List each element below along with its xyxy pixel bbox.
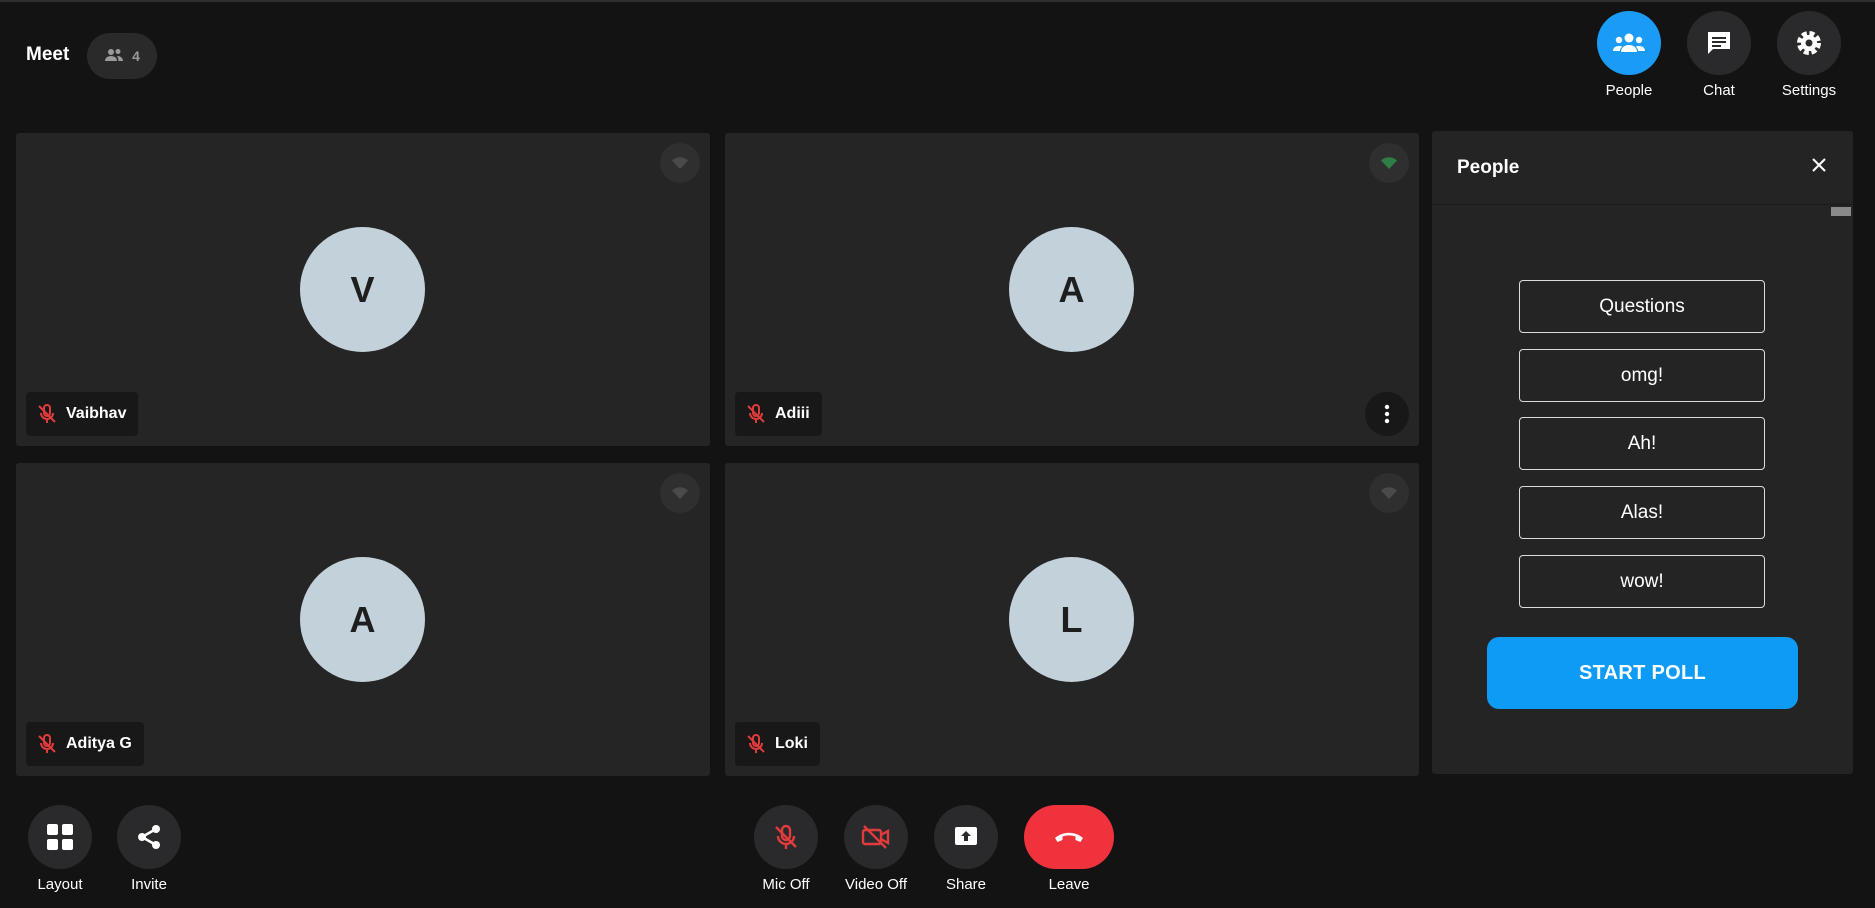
avatar: A [300,557,425,682]
layout-button[interactable]: Layout [15,805,105,893]
panel-title: People [1457,156,1520,178]
share-icon [117,805,181,869]
participant-name: Vaibhav [66,405,127,422]
people-button[interactable]: People [1584,11,1674,99]
participant-tile[interactable]: V Vaibhav [16,133,710,446]
mic-label: Mic Off [762,876,810,893]
chat-icon [1687,11,1751,75]
participant-count-badge[interactable]: 4 [87,33,157,79]
layout-label: Layout [37,876,83,893]
participant-name: Adiii [775,405,810,422]
leave-button[interactable]: Leave [1024,805,1114,893]
signal-icon [1369,143,1409,183]
name-tag: Vaibhav [26,392,139,436]
people-panel: People START POLL [1432,131,1853,774]
screen-share-icon [934,805,998,869]
more-options-button[interactable] [1365,392,1409,436]
signal-icon [1369,473,1409,513]
chat-button-label: Chat [1703,82,1735,99]
mic-off-icon [747,734,765,753]
poll-option-input[interactable] [1519,417,1765,470]
app-title: Meet [26,44,70,65]
name-tag: Aditya G [26,722,144,766]
grid-icon [28,805,92,869]
settings-button[interactable]: Settings [1764,11,1854,99]
settings-button-label: Settings [1781,82,1837,99]
signal-icon [660,143,700,183]
mic-off-icon [38,404,56,423]
close-icon[interactable] [1811,157,1827,178]
mic-off-icon [754,805,818,869]
name-tag: Loki [735,722,820,766]
leave-label: Leave [1048,876,1090,893]
mic-off-icon [747,404,765,423]
gear-icon [1777,11,1841,75]
people-icon [104,47,124,66]
people-icon [1597,11,1661,75]
chat-button[interactable]: Chat [1674,11,1764,99]
poll-option-input[interactable] [1519,555,1765,608]
avatar: V [300,227,425,352]
invite-button[interactable]: Invite [104,805,194,893]
video-label: Video Off [845,876,907,893]
mic-toggle-button[interactable]: Mic Off [741,805,831,893]
video-off-icon [844,805,908,869]
panel-header: People [1432,131,1853,205]
poll-option-input[interactable] [1519,486,1765,539]
mic-off-icon [38,734,56,753]
participant-tile[interactable]: A Aditya G [16,463,710,776]
video-toggle-button[interactable]: Video Off [831,805,921,893]
participant-name: Aditya G [66,735,132,752]
poll-option-input[interactable] [1519,349,1765,402]
top-border [0,0,1875,2]
invite-label: Invite [131,876,167,893]
name-tag: Adiii [735,392,822,436]
avatar: A [1009,227,1134,352]
start-poll-button[interactable]: START POLL [1487,637,1798,709]
participant-count: 4 [132,48,140,64]
more-vertical-icon [1384,404,1390,424]
poll-question-input[interactable] [1519,280,1765,333]
signal-icon [660,473,700,513]
participant-tile[interactable]: L Loki [725,463,1419,776]
share-screen-button[interactable]: Share [921,805,1011,893]
hang-up-icon [1024,805,1114,869]
participant-tile[interactable]: A Adiii [725,133,1419,446]
avatar: L [1009,557,1134,682]
people-button-label: People [1605,82,1653,99]
scrollbar[interactable] [1831,207,1851,216]
participant-name: Loki [775,735,808,752]
share-label: Share [945,876,987,893]
